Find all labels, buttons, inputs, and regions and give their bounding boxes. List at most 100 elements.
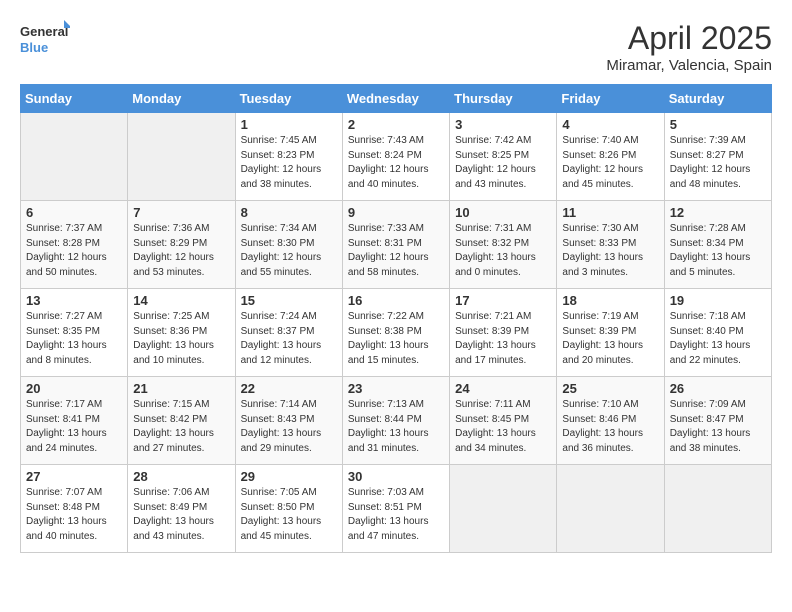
col-header-sunday: Sunday — [21, 85, 128, 113]
day-number: 3 — [455, 117, 551, 132]
day-cell: 18 Sunrise: 7:19 AM Sunset: 8:39 PM Dayli… — [557, 289, 664, 377]
day-info: Sunrise: 7:37 AM Sunset: 8:28 PM Dayligh… — [26, 222, 122, 280]
day-info: Sunrise: 7:42 AM Sunset: 8:25 PM Dayligh… — [455, 134, 551, 192]
day-info: Sunrise: 7:22 AM Sunset: 8:38 PM Dayligh… — [348, 310, 444, 368]
week-row-3: 13 Sunrise: 7:27 AM Sunset: 8:35 PM Dayli… — [21, 289, 772, 377]
day-number: 19 — [670, 293, 766, 308]
day-info: Sunrise: 7:33 AM Sunset: 8:31 PM Dayligh… — [348, 222, 444, 280]
day-cell — [557, 465, 664, 553]
day-cell: 8 Sunrise: 7:34 AM Sunset: 8:30 PM Daylig… — [235, 201, 342, 289]
week-row-2: 6Sunrise: 7:37 AM Sunset: 8:28 PM Daylig… — [21, 201, 772, 289]
day-info: Sunrise: 7:07 AM Sunset: 8:48 PM Dayligh… — [26, 486, 122, 544]
day-cell: 16 Sunrise: 7:22 AM Sunset: 8:38 PM Dayli… — [342, 289, 449, 377]
day-cell: 5 Sunrise: 7:39 AM Sunset: 8:27 PM Daylig… — [664, 113, 771, 201]
day-cell: 26 Sunrise: 7:09 AM Sunset: 8:47 PM Dayli… — [664, 377, 771, 465]
header-row: SundayMondayTuesdayWednesdayThursdayFrid… — [21, 85, 772, 113]
day-info: Sunrise: 7:43 AM Sunset: 8:24 PM Dayligh… — [348, 134, 444, 192]
svg-text:General: General — [20, 24, 68, 39]
col-header-friday: Friday — [557, 85, 664, 113]
title-area: April 2025 Miramar, Valencia, Spain — [606, 20, 772, 74]
day-info: Sunrise: 7:11 AM Sunset: 8:45 PM Dayligh… — [455, 398, 551, 456]
day-info: Sunrise: 7:10 AM Sunset: 8:46 PM Dayligh… — [562, 398, 658, 456]
day-cell: 6Sunrise: 7:37 AM Sunset: 8:28 PM Daylig… — [21, 201, 128, 289]
day-number: 30 — [348, 469, 444, 484]
day-number: 5 — [670, 117, 766, 132]
day-number: 8 — [241, 205, 337, 220]
col-header-thursday: Thursday — [450, 85, 557, 113]
header: General Blue April 2025 Miramar, Valenci… — [20, 20, 772, 74]
day-cell: 4Sunrise: 7:40 AM Sunset: 8:26 PM Daylig… — [557, 113, 664, 201]
day-info: Sunrise: 7:09 AM Sunset: 8:47 PM Dayligh… — [670, 398, 766, 456]
day-info: Sunrise: 7:28 AM Sunset: 8:34 PM Dayligh… — [670, 222, 766, 280]
day-number: 10 — [455, 205, 551, 220]
col-header-tuesday: Tuesday — [235, 85, 342, 113]
day-info: Sunrise: 7:17 AM Sunset: 8:41 PM Dayligh… — [26, 398, 122, 456]
location-title: Miramar, Valencia, Spain — [606, 57, 772, 74]
day-cell: 19 Sunrise: 7:18 AM Sunset: 8:40 PM Dayli… — [664, 289, 771, 377]
day-info: Sunrise: 7:24 AM Sunset: 8:37 PM Dayligh… — [241, 310, 337, 368]
month-title: April 2025 — [606, 20, 772, 57]
day-cell: 30 Sunrise: 7:03 AM Sunset: 8:51 PM Dayli… — [342, 465, 449, 553]
week-row-5: 27 Sunrise: 7:07 AM Sunset: 8:48 PM Dayli… — [21, 465, 772, 553]
week-row-1: 1 Sunrise: 7:45 AM Sunset: 8:23 PM Daylig… — [21, 113, 772, 201]
day-cell: 23 Sunrise: 7:13 AM Sunset: 8:44 PM Dayli… — [342, 377, 449, 465]
day-cell: 10Sunrise: 7:31 AM Sunset: 8:32 PM Dayli… — [450, 201, 557, 289]
col-header-monday: Monday — [128, 85, 235, 113]
day-number: 15 — [241, 293, 337, 308]
day-number: 16 — [348, 293, 444, 308]
day-number: 27 — [26, 469, 122, 484]
day-cell — [450, 465, 557, 553]
logo: General Blue — [20, 20, 70, 60]
day-number: 13 — [26, 293, 122, 308]
day-number: 18 — [562, 293, 658, 308]
day-cell: 9 Sunrise: 7:33 AM Sunset: 8:31 PM Daylig… — [342, 201, 449, 289]
calendar-table: SundayMondayTuesdayWednesdayThursdayFrid… — [20, 84, 772, 553]
day-cell: 11 Sunrise: 7:30 AM Sunset: 8:33 PM Dayli… — [557, 201, 664, 289]
day-info: Sunrise: 7:15 AM Sunset: 8:42 PM Dayligh… — [133, 398, 229, 456]
day-info: Sunrise: 7:27 AM Sunset: 8:35 PM Dayligh… — [26, 310, 122, 368]
day-info: Sunrise: 7:18 AM Sunset: 8:40 PM Dayligh… — [670, 310, 766, 368]
logo-svg: General Blue — [20, 20, 70, 60]
day-info: Sunrise: 7:21 AM Sunset: 8:39 PM Dayligh… — [455, 310, 551, 368]
day-number: 22 — [241, 381, 337, 396]
day-cell: 3 Sunrise: 7:42 AM Sunset: 8:25 PM Daylig… — [450, 113, 557, 201]
day-info: Sunrise: 7:14 AM Sunset: 8:43 PM Dayligh… — [241, 398, 337, 456]
day-number: 1 — [241, 117, 337, 132]
day-info: Sunrise: 7:25 AM Sunset: 8:36 PM Dayligh… — [133, 310, 229, 368]
day-number: 11 — [562, 205, 658, 220]
day-cell: 22 Sunrise: 7:14 AM Sunset: 8:43 PM Dayli… — [235, 377, 342, 465]
day-info: Sunrise: 7:19 AM Sunset: 8:39 PM Dayligh… — [562, 310, 658, 368]
day-cell: 15 Sunrise: 7:24 AM Sunset: 8:37 PM Dayli… — [235, 289, 342, 377]
day-cell: 21 Sunrise: 7:15 AM Sunset: 8:42 PM Dayli… — [128, 377, 235, 465]
day-cell: 28Sunrise: 7:06 AM Sunset: 8:49 PM Dayli… — [128, 465, 235, 553]
day-number: 21 — [133, 381, 229, 396]
day-cell: 24 Sunrise: 7:11 AM Sunset: 8:45 PM Dayli… — [450, 377, 557, 465]
day-info: Sunrise: 7:05 AM Sunset: 8:50 PM Dayligh… — [241, 486, 337, 544]
day-number: 20 — [26, 381, 122, 396]
day-cell — [128, 113, 235, 201]
day-number: 9 — [348, 205, 444, 220]
day-cell: 29 Sunrise: 7:05 AM Sunset: 8:50 PM Dayli… — [235, 465, 342, 553]
day-cell: 14Sunrise: 7:25 AM Sunset: 8:36 PM Dayli… — [128, 289, 235, 377]
day-info: Sunrise: 7:06 AM Sunset: 8:49 PM Dayligh… — [133, 486, 229, 544]
day-info: Sunrise: 7:34 AM Sunset: 8:30 PM Dayligh… — [241, 222, 337, 280]
day-cell — [664, 465, 771, 553]
day-info: Sunrise: 7:13 AM Sunset: 8:44 PM Dayligh… — [348, 398, 444, 456]
day-cell: 25Sunrise: 7:10 AM Sunset: 8:46 PM Dayli… — [557, 377, 664, 465]
day-cell — [21, 113, 128, 201]
day-number: 29 — [241, 469, 337, 484]
day-number: 24 — [455, 381, 551, 396]
day-cell: 17Sunrise: 7:21 AM Sunset: 8:39 PM Dayli… — [450, 289, 557, 377]
day-cell: 7Sunrise: 7:36 AM Sunset: 8:29 PM Daylig… — [128, 201, 235, 289]
svg-text:Blue: Blue — [20, 40, 48, 55]
day-number: 26 — [670, 381, 766, 396]
day-info: Sunrise: 7:03 AM Sunset: 8:51 PM Dayligh… — [348, 486, 444, 544]
day-info: Sunrise: 7:45 AM Sunset: 8:23 PM Dayligh… — [241, 134, 337, 192]
day-info: Sunrise: 7:39 AM Sunset: 8:27 PM Dayligh… — [670, 134, 766, 192]
day-number: 2 — [348, 117, 444, 132]
day-number: 23 — [348, 381, 444, 396]
col-header-wednesday: Wednesday — [342, 85, 449, 113]
week-row-4: 20 Sunrise: 7:17 AM Sunset: 8:41 PM Dayli… — [21, 377, 772, 465]
day-info: Sunrise: 7:30 AM Sunset: 8:33 PM Dayligh… — [562, 222, 658, 280]
day-number: 12 — [670, 205, 766, 220]
